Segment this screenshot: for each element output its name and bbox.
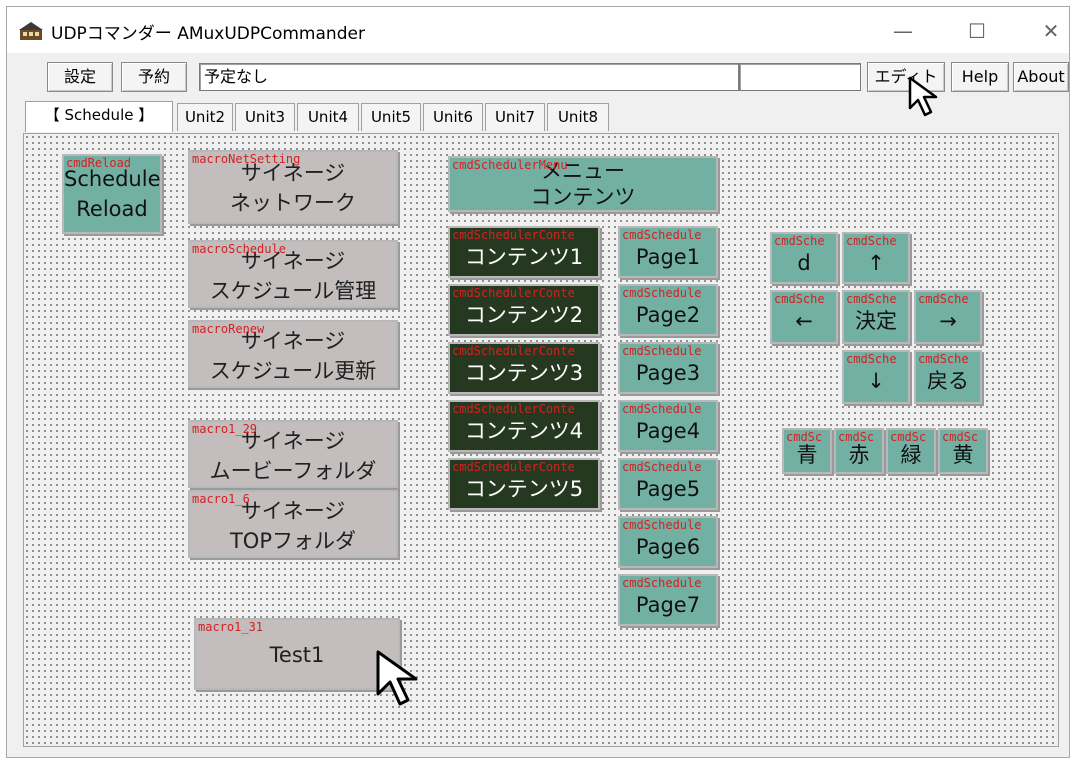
color-blue-button[interactable]: cmdSc 青 (782, 428, 832, 474)
window-title: UDPコマンダー AMuxUDPCommander (51, 24, 365, 44)
app-icon (19, 22, 43, 40)
page-4-button[interactable]: cmdSchedule Page4 (618, 400, 718, 452)
tab-schedule[interactable]: 【 Schedule 】 (25, 101, 173, 132)
pointer-cursor-icon (908, 76, 938, 117)
help-button[interactable]: Help (951, 62, 1009, 92)
tab-unit7[interactable]: Unit7 (485, 103, 545, 131)
page-3-button[interactable]: cmdSchedule Page3 (618, 342, 718, 394)
signage-network-button[interactable]: macroNetSetting サイネージ ネットワーク (188, 150, 398, 224)
schedule-field[interactable]: 予定なし (199, 63, 739, 91)
signage-schedule-mgmt-button[interactable]: macroSchedule サイネージ スケジュール管理 (188, 240, 398, 308)
contents-5-button[interactable]: cmdSchedulerConte コンテンツ5 (448, 458, 600, 510)
menu-contents-button[interactable]: cmdSchedulerMenu メニュー コンテンツ (448, 156, 718, 212)
nav-down-button[interactable]: cmdSche ↓ (842, 350, 910, 404)
page-2-button[interactable]: cmdSchedule Page2 (618, 284, 718, 336)
nav-up-button[interactable]: cmdSche ↑ (842, 232, 910, 284)
color-yellow-button[interactable]: cmdSc 黄 (938, 428, 988, 474)
nav-right-button[interactable]: cmdSche → (914, 290, 982, 344)
status-field[interactable] (739, 63, 861, 91)
design-canvas[interactable]: cmdReload Schedule Reload macroNetSettin… (23, 133, 1059, 747)
contents-1-button[interactable]: cmdSchedulerConte コンテンツ1 (448, 226, 600, 278)
nav-d-button[interactable]: cmdSche d (770, 232, 838, 284)
color-red-button[interactable]: cmdSc 赤 (834, 428, 884, 474)
tab-unit8[interactable]: Unit8 (547, 103, 609, 131)
signage-movie-folder-button[interactable]: macro1_29 サイネージ ムービーフォルダ (188, 420, 398, 488)
reserve-button[interactable]: 予約 (121, 62, 187, 92)
title-bar: UDPコマンダー AMuxUDPCommander — ☐ ✕ (7, 7, 1069, 53)
nav-left-button[interactable]: cmdSche ← (770, 290, 838, 344)
settings-button[interactable]: 設定 (47, 62, 113, 92)
tab-unit4[interactable]: Unit4 (297, 103, 359, 131)
schedule-reload-button[interactable]: cmdReload Schedule Reload (62, 154, 162, 234)
nav-back-button[interactable]: cmdSche 戻る (914, 350, 982, 404)
tab-unit2[interactable]: Unit2 (177, 103, 233, 131)
app-window: UDPコマンダー AMuxUDPCommander — ☐ ✕ 設定 予約 予定… (6, 6, 1070, 758)
contents-2-button[interactable]: cmdSchedulerConte コンテンツ2 (448, 284, 600, 336)
tab-unit5[interactable]: Unit5 (361, 103, 421, 131)
mouse-cursor-icon (376, 650, 418, 706)
page-7-button[interactable]: cmdSchedule Page7 (618, 574, 718, 626)
test1-button[interactable]: macro1_31 Test1 (194, 618, 400, 690)
page-1-button[interactable]: cmdSchedule Page1 (618, 226, 718, 278)
about-button[interactable]: About (1013, 62, 1069, 92)
maximize-button[interactable]: ☐ (957, 17, 997, 45)
contents-3-button[interactable]: cmdSchedulerConte コンテンツ3 (448, 342, 600, 394)
contents-4-button[interactable]: cmdSchedulerConte コンテンツ4 (448, 400, 600, 452)
page-5-button[interactable]: cmdSchedule Page5 (618, 458, 718, 510)
signage-top-folder-button[interactable]: macro1_6 サイネージ TOPフォルダ (188, 490, 398, 558)
page-6-button[interactable]: cmdSchedule Page6 (618, 516, 718, 568)
color-green-button[interactable]: cmdSc 緑 (886, 428, 936, 474)
tab-unit3[interactable]: Unit3 (235, 103, 295, 131)
nav-ok-button[interactable]: cmdSche 決定 (842, 290, 910, 344)
tab-unit6[interactable]: Unit6 (423, 103, 483, 131)
signage-schedule-renew-button[interactable]: macroRenew サイネージ スケジュール更新 (188, 320, 398, 388)
close-button[interactable]: ✕ (1031, 17, 1071, 45)
minimize-button[interactable]: — (883, 17, 923, 45)
